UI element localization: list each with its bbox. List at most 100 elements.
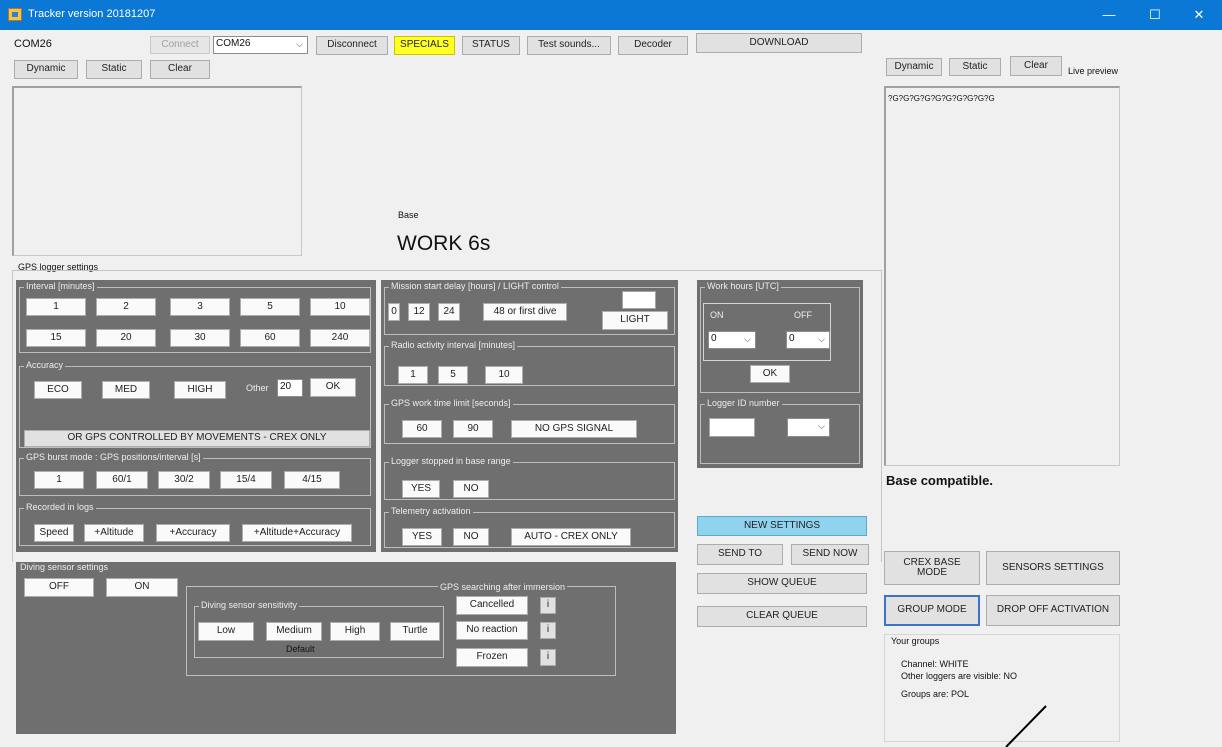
compat-status: Base compatible.	[886, 473, 993, 488]
live-preview-pane[interactable]: ?G?G?G?G?G?G?G?G?G?G	[884, 86, 1120, 466]
status-button[interactable]: STATUS	[462, 36, 520, 55]
disconnect-button[interactable]: Disconnect	[316, 36, 388, 55]
decoder-button[interactable]: Decoder	[618, 36, 688, 55]
telemetry-auto-button[interactable]: AUTO - CREX ONLY	[511, 528, 631, 546]
interval-15-button[interactable]: 15	[26, 329, 86, 347]
sensitivity-turtle-button[interactable]: Turtle	[390, 622, 440, 641]
diving-title: Diving sensor settings	[20, 562, 109, 572]
radio-1-button[interactable]: 1	[398, 366, 428, 384]
sensitivity-high-button[interactable]: High	[330, 622, 380, 641]
recorded-altitude-button[interactable]: +Altitude	[84, 524, 144, 542]
interval-2-button[interactable]: 2	[96, 298, 156, 316]
maximize-button[interactable]: ☐	[1132, 0, 1178, 30]
clear-queue-button[interactable]: CLEAR QUEUE	[697, 606, 867, 627]
delay-0-button[interactable]: 0	[388, 303, 400, 321]
gps-limit-90-button[interactable]: 90	[453, 420, 493, 438]
specials-button[interactable]: SPECIALS	[394, 36, 455, 55]
port-select[interactable]: COM26 ⌵	[213, 36, 308, 54]
accuracy-eco-button[interactable]: ECO	[34, 381, 82, 399]
new-settings-button[interactable]: NEW SETTINGS	[697, 516, 867, 536]
sensors-settings-button[interactable]: SENSORS SETTINGS	[986, 551, 1120, 585]
search-cancelled-button[interactable]: Cancelled	[456, 596, 528, 615]
close-button[interactable]: ✕	[1176, 0, 1222, 30]
accuracy-ok-button[interactable]: OK	[310, 378, 356, 397]
delay-48-first-dive-button[interactable]: 48 or first dive	[483, 303, 567, 321]
interval-5-button[interactable]: 5	[240, 298, 300, 316]
burst-1-button[interactable]: 1	[34, 471, 84, 489]
sensitivity-low-button[interactable]: Low	[198, 622, 254, 641]
burst-15-4-button[interactable]: 15/4	[220, 471, 272, 489]
info-cancelled-button[interactable]: i	[540, 597, 556, 614]
work-hours-ok-button[interactable]: OK	[750, 365, 790, 383]
diving-on-button[interactable]: ON	[106, 578, 178, 597]
info-frozen-button[interactable]: i	[540, 649, 556, 666]
accuracy-med-button[interactable]: MED	[102, 381, 150, 399]
interval-240-button[interactable]: 240	[310, 329, 370, 347]
work-on-label: ON	[710, 310, 724, 320]
movement-control-button[interactable]: OR GPS CONTROLLED BY MOVEMENTS - CREX ON…	[24, 430, 370, 447]
drop-off-activation-button[interactable]: DROP OFF ACTIVATION	[986, 595, 1120, 626]
work-on-select[interactable]: 0 ⌵	[708, 331, 756, 349]
sensitivity-medium-button[interactable]: Medium	[266, 622, 322, 641]
interval-1-button[interactable]: 1	[26, 298, 86, 316]
no-gps-signal-button[interactable]: NO GPS SIGNAL	[511, 420, 637, 438]
show-queue-button[interactable]: SHOW QUEUE	[697, 573, 867, 594]
live-preview-content: ?G?G?G?G?G?G?G?G?G?G	[888, 94, 995, 103]
dynamic-button-left[interactable]: Dynamic	[14, 60, 78, 79]
interval-20-button[interactable]: 20	[96, 329, 156, 347]
left-preview-pane[interactable]	[12, 86, 302, 256]
recorded-altitude-accuracy-button[interactable]: +Altitude+Accuracy	[242, 524, 352, 542]
delay-12-button[interactable]: 12	[408, 303, 430, 321]
logger-id-input[interactable]	[709, 418, 755, 437]
telemetry-yes-button[interactable]: YES	[402, 528, 442, 546]
logger-id-legend: Logger ID number	[705, 398, 782, 408]
group-list: Groups are: POL	[901, 689, 970, 699]
annotation-line	[1005, 705, 1047, 747]
gps-search-legend: GPS searching after immersion	[438, 582, 568, 592]
sensitivity-default-label: Default	[286, 644, 315, 654]
accuracy-high-button[interactable]: HIGH	[174, 381, 226, 399]
work-off-select[interactable]: 0 ⌵	[786, 331, 830, 349]
telemetry-no-button[interactable]: NO	[453, 528, 489, 546]
burst-30-2-button[interactable]: 30/2	[158, 471, 210, 489]
group-mode-button[interactable]: GROUP MODE	[884, 595, 980, 626]
send-to-button[interactable]: SEND TO	[697, 544, 783, 565]
static-button-right[interactable]: Static	[949, 58, 1001, 76]
port-label: COM26	[14, 38, 52, 50]
interval-30-button[interactable]: 30	[170, 329, 230, 347]
send-now-button[interactable]: SEND NOW	[791, 544, 869, 565]
connect-button[interactable]: Connect	[150, 36, 210, 54]
info-no-reaction-button[interactable]: i	[540, 622, 556, 639]
static-button-left[interactable]: Static	[86, 60, 142, 79]
interval-3-button[interactable]: 3	[170, 298, 230, 316]
dynamic-button-right[interactable]: Dynamic	[886, 58, 942, 76]
download-button[interactable]: DOWNLOAD	[696, 33, 862, 53]
radio-10-button[interactable]: 10	[485, 366, 523, 384]
recorded-accuracy-button[interactable]: +Accuracy	[156, 524, 230, 542]
radio-5-button[interactable]: 5	[438, 366, 468, 384]
burst-4-15-button[interactable]: 4/15	[284, 471, 340, 489]
burst-60-1-button[interactable]: 60/1	[96, 471, 148, 489]
clear-button-right[interactable]: Clear	[1010, 56, 1062, 76]
light-button[interactable]: LIGHT	[602, 311, 668, 330]
interval-60-button[interactable]: 60	[240, 329, 300, 347]
search-frozen-button[interactable]: Frozen	[456, 648, 528, 667]
crex-base-mode-button[interactable]: CREX BASE MODE	[884, 551, 980, 585]
groups-title: Your groups	[891, 636, 940, 646]
other-accuracy-input[interactable]: 20	[277, 379, 303, 397]
test-sounds-button[interactable]: Test sounds...	[527, 36, 611, 55]
interval-10-button[interactable]: 10	[310, 298, 370, 316]
diving-off-button[interactable]: OFF	[24, 578, 94, 597]
minimize-button[interactable]: —	[1086, 0, 1132, 30]
burst-legend: GPS burst mode : GPS positions/interval …	[24, 452, 203, 462]
stopped-yes-button[interactable]: YES	[402, 480, 440, 498]
gps-panel: Interval [minutes] Accuracy GPS burst mo…	[16, 280, 376, 552]
search-no-reaction-button[interactable]: No reaction	[456, 621, 528, 640]
clear-button-left[interactable]: Clear	[150, 60, 210, 79]
stopped-no-button[interactable]: NO	[453, 480, 489, 498]
recorded-speed-button[interactable]: Speed	[34, 524, 74, 542]
gps-limit-60-button[interactable]: 60	[402, 420, 442, 438]
telemetry-legend: Telemetry activation	[389, 506, 473, 516]
delay-24-button[interactable]: 24	[438, 303, 460, 321]
logger-id-select[interactable]: ⌵	[787, 418, 830, 437]
